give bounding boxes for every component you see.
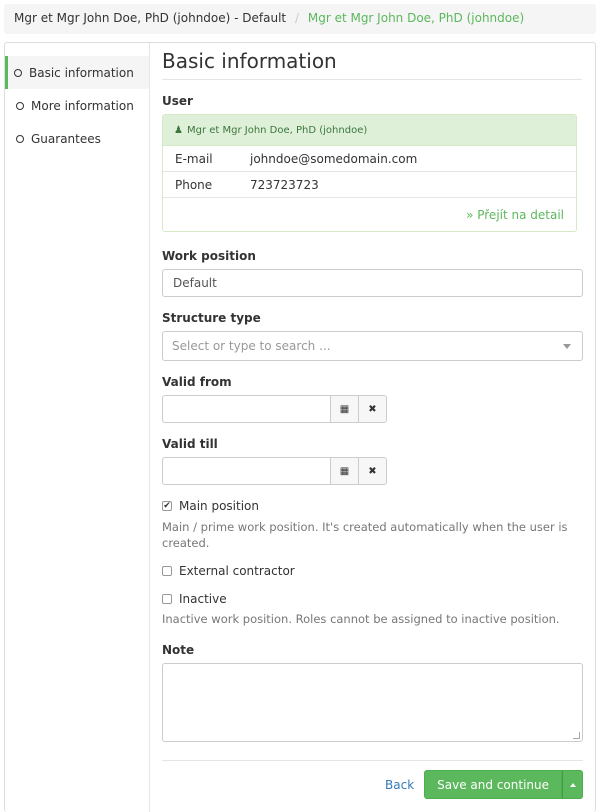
main-position-help: Main / prime work position. It's created…: [162, 520, 568, 550]
user-name: Mgr et Mgr John Doe, PhD (johndoe): [186, 124, 368, 136]
save-options-toggle[interactable]: [562, 770, 583, 799]
main-position-checkbox[interactable]: ✔: [162, 501, 172, 511]
circle-icon: [16, 134, 24, 143]
clear-icon[interactable]: ✖: [359, 457, 387, 485]
content: Basic information User ♟ Mgr et Mgr John…: [162, 43, 583, 799]
structure-type-label: Structure type: [162, 311, 261, 325]
chevron-down-icon: [563, 343, 571, 349]
inactive-help: Inactive work position. Roles cannot be …: [162, 612, 560, 626]
valid-till-input[interactable]: [162, 457, 331, 485]
inactive-checkbox[interactable]: [162, 594, 172, 604]
external-contractor-label[interactable]: External contractor: [179, 564, 295, 578]
user-row-value: johndoe@somedomain.com: [250, 151, 418, 166]
sidebar: Basic information More information Guara…: [5, 43, 150, 812]
external-contractor-checkbox[interactable]: [162, 566, 172, 576]
breadcrumb-separator: /: [294, 11, 300, 25]
breadcrumb: Mgr et Mgr John Doe, PhD (johndoe) - Def…: [4, 4, 596, 34]
circle-icon: [14, 68, 22, 77]
sidebar-item-more-information[interactable]: More information: [5, 89, 149, 122]
external-contractor-row: External contractor: [162, 564, 582, 578]
chevron-up-icon: [569, 782, 576, 787]
form-footer: Back Save and continue: [162, 760, 583, 799]
sidebar-item-label: More information: [31, 98, 134, 113]
main-panel: Basic information More information Guara…: [4, 42, 596, 812]
user-row-value: 723723723: [250, 177, 319, 192]
user-row-key: Phone: [175, 177, 213, 192]
user-row-key: E-mail: [175, 151, 213, 166]
back-button[interactable]: Back: [385, 778, 414, 792]
valid-from-input[interactable]: [162, 395, 331, 423]
main-position-row: ✔ Main position: [162, 499, 582, 513]
valid-from-group: ▦ ✖: [162, 395, 582, 423]
user-label: User: [162, 94, 193, 108]
resize-handle-icon[interactable]: [573, 732, 580, 739]
work-position-label: Work position: [162, 249, 256, 263]
inactive-label[interactable]: Inactive: [179, 592, 227, 606]
valid-till-label: Valid till: [162, 437, 218, 451]
user-row-email: E-mail johndoe@somedomain.com: [163, 146, 576, 172]
main-position-label[interactable]: Main position: [179, 499, 259, 513]
calendar-icon[interactable]: ▦: [331, 457, 359, 485]
note-textarea[interactable]: [162, 663, 583, 742]
detail-link[interactable]: » Přejít na detail: [466, 208, 564, 222]
save-and-continue-button[interactable]: Save and continue: [424, 770, 562, 799]
inactive-row: Inactive: [162, 592, 582, 606]
circle-icon: [16, 101, 24, 110]
note-label: Note: [162, 643, 195, 657]
sidebar-item-basic-information[interactable]: Basic information: [5, 56, 149, 89]
calendar-icon[interactable]: ▦: [331, 395, 359, 423]
structure-type-select[interactable]: Select or type to search ...: [162, 331, 583, 361]
user-row-phone: Phone 723723723: [163, 172, 576, 198]
breadcrumb-item[interactable]: Mgr et Mgr John Doe, PhD (johndoe) - Def…: [14, 11, 286, 25]
valid-till-group: ▦ ✖: [162, 457, 582, 485]
page-title: Basic information: [162, 49, 582, 80]
breadcrumb-active: Mgr et Mgr John Doe, PhD (johndoe): [307, 11, 525, 25]
save-button-group: Save and continue: [424, 770, 583, 799]
sidebar-item-label: Guarantees: [31, 131, 101, 146]
valid-from-label: Valid from: [162, 375, 232, 389]
structure-type-placeholder: Select or type to search ...: [172, 339, 331, 353]
user-panel-footer: » Přejít na detail: [163, 198, 576, 231]
sidebar-item-guarantees[interactable]: Guarantees: [5, 122, 149, 155]
sidebar-item-label: Basic information: [29, 65, 134, 80]
user-panel: ♟ Mgr et Mgr John Doe, PhD (johndoe) E-m…: [162, 114, 577, 232]
clear-icon[interactable]: ✖: [359, 395, 387, 423]
work-position-input[interactable]: Default: [162, 269, 583, 297]
work-position-value: Default: [173, 276, 217, 290]
user-icon: ♟: [174, 124, 183, 136]
user-panel-heading: ♟ Mgr et Mgr John Doe, PhD (johndoe): [163, 115, 576, 146]
